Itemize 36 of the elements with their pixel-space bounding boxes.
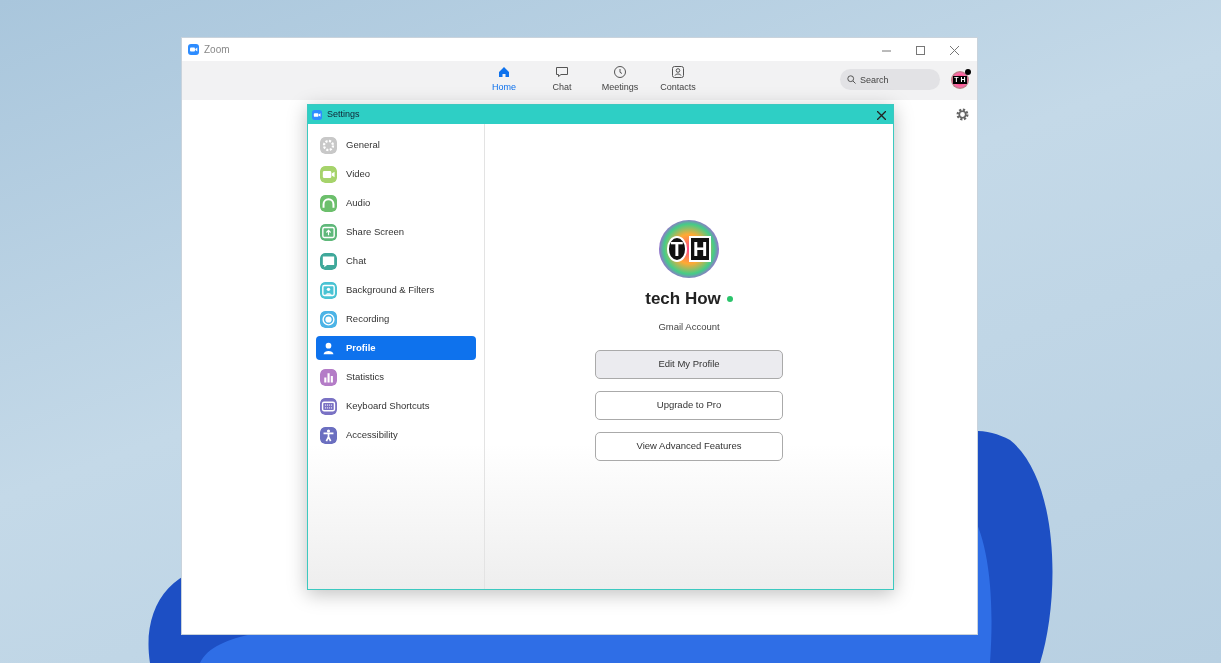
nav-tab[interactable]: Contacts	[654, 65, 702, 95]
sidebar-item[interactable]: Share Screen	[316, 220, 476, 244]
profile-action-button[interactable]: Edit My Profile	[595, 349, 783, 379]
home-icon	[497, 65, 511, 79]
sidebar-item[interactable]: Background & Filters	[316, 278, 476, 302]
sidebar-item[interactable]: Statistics	[316, 365, 476, 389]
window-title: Zoom	[204, 43, 230, 57]
close-button[interactable]	[874, 108, 889, 121]
clock-icon	[613, 65, 627, 79]
search-icon	[847, 75, 856, 84]
app-logo-icon	[188, 44, 199, 55]
contact-icon	[671, 65, 685, 79]
nav-tab[interactable]: Meetings	[596, 65, 644, 95]
sidebar-item[interactable]: Audio	[316, 191, 476, 215]
sidebar-item[interactable]: Keyboard Shortcuts	[316, 394, 476, 418]
app-logo-icon	[312, 109, 322, 120]
nav-tab[interactable]: Chat	[538, 65, 586, 95]
close-icon	[877, 111, 886, 121]
sidebar-item[interactable]: Profile	[316, 336, 476, 360]
profile-action-button[interactable]: View Advanced Features	[595, 431, 783, 461]
settings-icon[interactable]	[956, 108, 969, 121]
maximize-icon	[915, 45, 925, 55]
account-type: Gmail Account	[658, 319, 720, 334]
profile-avatar: T H	[659, 220, 719, 278]
profile-action-button[interactable]: Upgrade to Pro	[595, 390, 783, 420]
dialog-title: Settings	[327, 107, 360, 121]
profile-name: tech How	[645, 288, 721, 310]
search-field[interactable]: Search	[840, 69, 940, 90]
nav-tab[interactable]: Home	[480, 65, 528, 95]
chat-icon	[555, 65, 569, 79]
sidebar-item[interactable]: Accessibility	[316, 423, 476, 447]
sidebar-item[interactable]: Recording	[316, 307, 476, 331]
sidebar-item[interactable]: Chat	[316, 249, 476, 273]
close-icon	[949, 45, 959, 55]
sidebar-item[interactable]: Video	[316, 162, 476, 186]
sidebar-item[interactable]: General	[316, 133, 476, 157]
